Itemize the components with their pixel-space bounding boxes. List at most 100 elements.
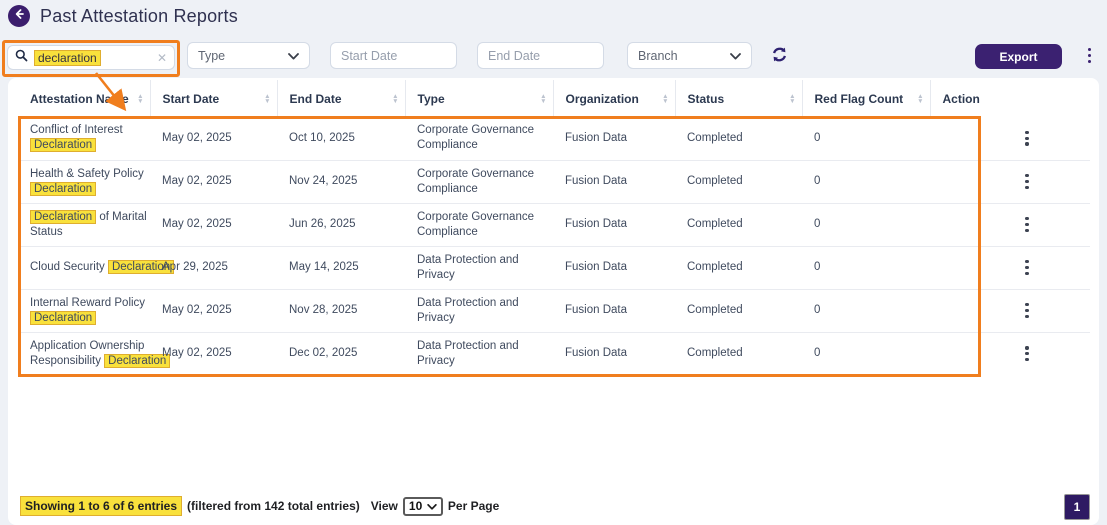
table-row: Cloud Security Declaration Apr 29, 2025 Ma… — [18, 246, 1090, 290]
row-action-kebab-icon[interactable] — [968, 130, 1086, 146]
end-date-cell: Nov 28, 2025 — [277, 289, 405, 333]
organization-cell: Fusion Data — [553, 160, 675, 204]
name-text: Cloud Security — [30, 261, 108, 273]
search-input[interactable]: declaration ✕ — [7, 45, 175, 70]
action-cell — [930, 332, 1090, 375]
end-date-cell: Nov 24, 2025 — [277, 160, 405, 204]
table-row: Health & Safety Policy Declaration May 02… — [18, 160, 1090, 204]
page-header: Past Attestation Reports — [8, 5, 238, 27]
branch-dropdown[interactable]: Branch — [627, 42, 752, 69]
organization-cell: Fusion Data — [565, 347, 628, 360]
toolbar-kebab-menu-icon[interactable] — [1088, 48, 1092, 64]
status-cell: Completed — [687, 347, 743, 360]
column-header: Action — [930, 80, 1090, 117]
table-header-row: Attestation Name ▲ ▼ Start Date ▲ ▼ End Date ▲ ▼… — [18, 80, 1090, 117]
table-card: Attestation Name ▲ ▼ Start Date ▲ ▼ End Date ▲ ▼… — [8, 78, 1099, 525]
annotation-box-search: declaration ✕ — [2, 40, 180, 77]
red-flag-count-cell: 0 — [814, 347, 821, 360]
end-date-cell: Oct 10, 2025 — [277, 117, 405, 161]
type-cell: Corporate Governance Compliance — [405, 160, 553, 204]
column-label: Action — [942, 91, 980, 106]
column-header[interactable]: Red Flag Count ▲ ▼ — [802, 80, 931, 117]
organization-cell: Fusion Data — [553, 289, 675, 333]
type-cell: Data Protection and Privacy — [405, 246, 553, 290]
status-cell: Completed — [675, 289, 802, 333]
organization-cell: Fusion Data — [553, 246, 675, 290]
start-date-cell: May 02, 2025 — [150, 289, 277, 333]
column-label: Status — [687, 91, 725, 106]
row-action-kebab-icon[interactable] — [968, 173, 1086, 190]
attestation-table: Attestation Name ▲ ▼ Start Date ▲ ▼ End Date ▲ ▼… — [18, 80, 1090, 375]
table-row: Declaration of Marital Status May 02, 202… — [18, 203, 1090, 247]
chevron-down-icon — [427, 499, 437, 513]
per-page-select[interactable]: 10 — [402, 496, 443, 516]
type-cell: Corporate Governance Compliance — [405, 203, 553, 247]
start-date-cell: May 02, 2025 — [150, 203, 277, 247]
end-date-cell: Jun 26, 2025 — [277, 203, 405, 247]
column-header[interactable]: Organization ▲ ▼ — [553, 80, 676, 117]
column-label: Organization — [565, 91, 639, 106]
start-date-cell: May 02, 2025 — [150, 160, 277, 204]
start-date-cell: Apr 29, 2025 — [150, 246, 277, 290]
highlighted-search-match: Declaration — [30, 138, 97, 153]
chevron-down-icon — [730, 49, 741, 63]
status-cell: Completed — [675, 117, 802, 161]
page-1-button[interactable]: 1 — [1064, 494, 1090, 520]
sort-icon[interactable]: ▲ ▼ — [392, 93, 398, 105]
back-button[interactable] — [8, 5, 30, 27]
action-cell — [930, 246, 1090, 290]
red-flag-count-cell: 0 — [802, 289, 930, 333]
column-label: Start Date — [162, 91, 220, 106]
refresh-button[interactable] — [770, 45, 790, 65]
start-date-cell: May 02, 2025 — [150, 117, 277, 161]
start-date-placeholder: Start Date — [341, 48, 398, 63]
clear-search-icon[interactable]: ✕ — [157, 52, 167, 64]
row-action-kebab-icon[interactable] — [968, 216, 1086, 233]
column-header[interactable]: Status ▲ ▼ — [675, 80, 803, 117]
per-page-label: Per Page — [447, 499, 500, 513]
column-label: Type — [417, 91, 445, 106]
red-flag-count-cell: 0 — [802, 117, 930, 161]
action-cell — [930, 289, 1090, 333]
end-date-placeholder: End Date — [488, 48, 541, 63]
action-cell — [930, 160, 1090, 204]
pagination-summary: Showing 1 to 6 of 6 entries (filtered fr… — [20, 496, 499, 516]
end-date-input[interactable]: End Date — [477, 42, 604, 69]
per-page-value: 10 — [408, 499, 423, 513]
name-text: Internal Reward Policy — [30, 296, 146, 309]
end-date-cell: May 14, 2025 — [277, 246, 405, 290]
sort-icon[interactable]: ▲ ▼ — [137, 93, 143, 105]
page-title: Past Attestation Reports — [40, 5, 238, 26]
highlighted-search-match: Declaration — [30, 310, 97, 325]
row-action-kebab-icon[interactable] — [968, 346, 1086, 362]
sort-icon[interactable]: ▲ ▼ — [789, 93, 795, 105]
sort-icon[interactable]: ▲ ▼ — [540, 93, 546, 105]
column-header[interactable]: Attestation Name ▲ ▼ — [18, 80, 151, 117]
sort-icon[interactable]: ▲ ▼ — [264, 93, 270, 105]
sort-icon[interactable]: ▲ ▼ — [662, 93, 668, 105]
showing-entries-text: Showing 1 to 6 of 6 entries — [20, 496, 183, 516]
search-icon — [15, 49, 28, 67]
red-flag-count-cell: 0 — [802, 203, 930, 247]
type-dropdown-value: Type — [198, 48, 226, 63]
highlighted-search-match: Declaration — [30, 209, 97, 224]
export-button[interactable]: Export — [975, 44, 1062, 69]
sort-icon[interactable]: ▲ ▼ — [917, 93, 923, 105]
name-text: Conflict of Interest — [30, 124, 123, 137]
row-action-kebab-icon[interactable] — [968, 302, 1086, 319]
column-header[interactable]: Start Date ▲ ▼ — [150, 80, 278, 117]
type-cell: Data Protection and Privacy — [417, 339, 519, 367]
row-action-kebab-icon[interactable] — [968, 259, 1086, 276]
type-cell: Data Protection and Privacy — [405, 289, 553, 333]
end-date-cell: Dec 02, 2025 — [289, 347, 358, 360]
attestation-name-cell: Application Ownership Responsibility Dec… — [18, 332, 171, 375]
organization-cell: Fusion Data — [553, 203, 675, 247]
past-attestation-reports-page: Past Attestation Reports declaration ✕ T… — [0, 0, 1107, 525]
table-row: Conflict of Interest Declaration May 02, … — [18, 117, 1090, 161]
column-header[interactable]: End Date ▲ ▼ — [277, 80, 406, 117]
start-date-input[interactable]: Start Date — [330, 42, 457, 69]
type-dropdown[interactable]: Type — [187, 42, 310, 69]
column-label: Red Flag Count — [814, 91, 904, 106]
table-row: Internal Reward Policy Declaration May 02… — [18, 289, 1090, 333]
column-header[interactable]: Type ▲ ▼ — [405, 80, 554, 117]
